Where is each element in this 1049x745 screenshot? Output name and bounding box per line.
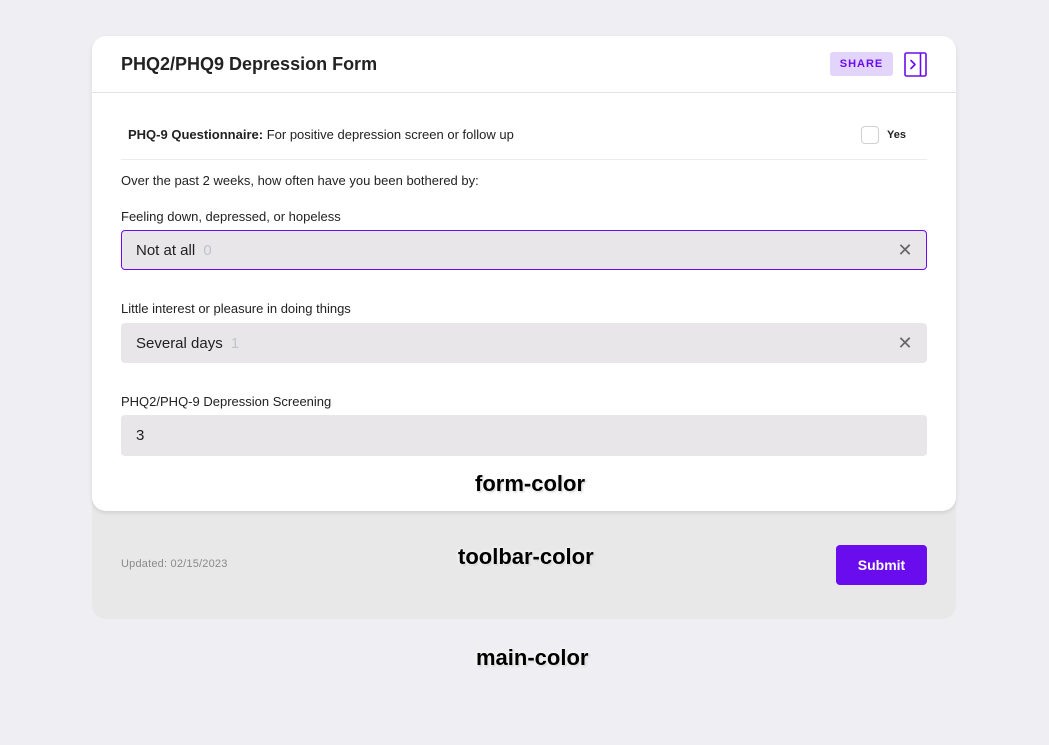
interest-select[interactable]: Several days 1 ✕ <box>121 323 927 363</box>
form-header: PHQ2/PHQ9 Depression Form SHARE <box>92 36 956 93</box>
interest-select-score: 1 <box>230 335 240 352</box>
toolbar-color-label: toolbar-color <box>458 544 594 569</box>
yes-option: Yes <box>861 126 906 144</box>
questionnaire-description: For positive depression screen or follow… <box>266 127 514 142</box>
clear-icon[interactable]: ✕ <box>896 240 914 260</box>
main-color-label: main-color <box>476 645 589 670</box>
submit-button[interactable]: Submit <box>836 545 927 585</box>
sidebar-toggle-button[interactable] <box>904 52 927 77</box>
sidebar-toggle-icon <box>904 52 927 77</box>
field-label-interest: Little interest or pleasure in doing thi… <box>121 301 351 316</box>
field-label-hopeless: Feeling down, depressed, or hopeless <box>121 209 341 224</box>
questionnaire-row: PHQ-9 Questionnaire: For positive depres… <box>121 120 927 160</box>
form-card: PHQ2/PHQ9 Depression Form SHARE PHQ-9 Qu… <box>92 36 956 511</box>
interest-select-value: Several days <box>136 335 223 352</box>
form-color-label: form-color <box>475 471 585 496</box>
share-button[interactable]: SHARE <box>830 52 893 76</box>
clear-icon[interactable]: ✕ <box>896 333 914 353</box>
intro-text: Over the past 2 weeks, how often have yo… <box>121 173 479 188</box>
questionnaire-title: PHQ-9 Questionnaire: <box>128 127 264 142</box>
yes-label: Yes <box>887 129 906 141</box>
form-title: PHQ2/PHQ9 Depression Form <box>121 54 378 74</box>
hopeless-select-score: 0 <box>203 242 212 259</box>
phq9-yes-checkbox[interactable] <box>861 126 879 144</box>
screening-score-input[interactable] <box>121 415 927 456</box>
hopeless-select[interactable]: Not at all 0 ✕ <box>121 230 927 270</box>
field-label-screening: PHQ2/PHQ-9 Depression Screening <box>121 394 332 409</box>
updated-date: Updated: 02/15/2023 <box>121 558 228 570</box>
hopeless-select-value: Not at all <box>136 242 196 259</box>
